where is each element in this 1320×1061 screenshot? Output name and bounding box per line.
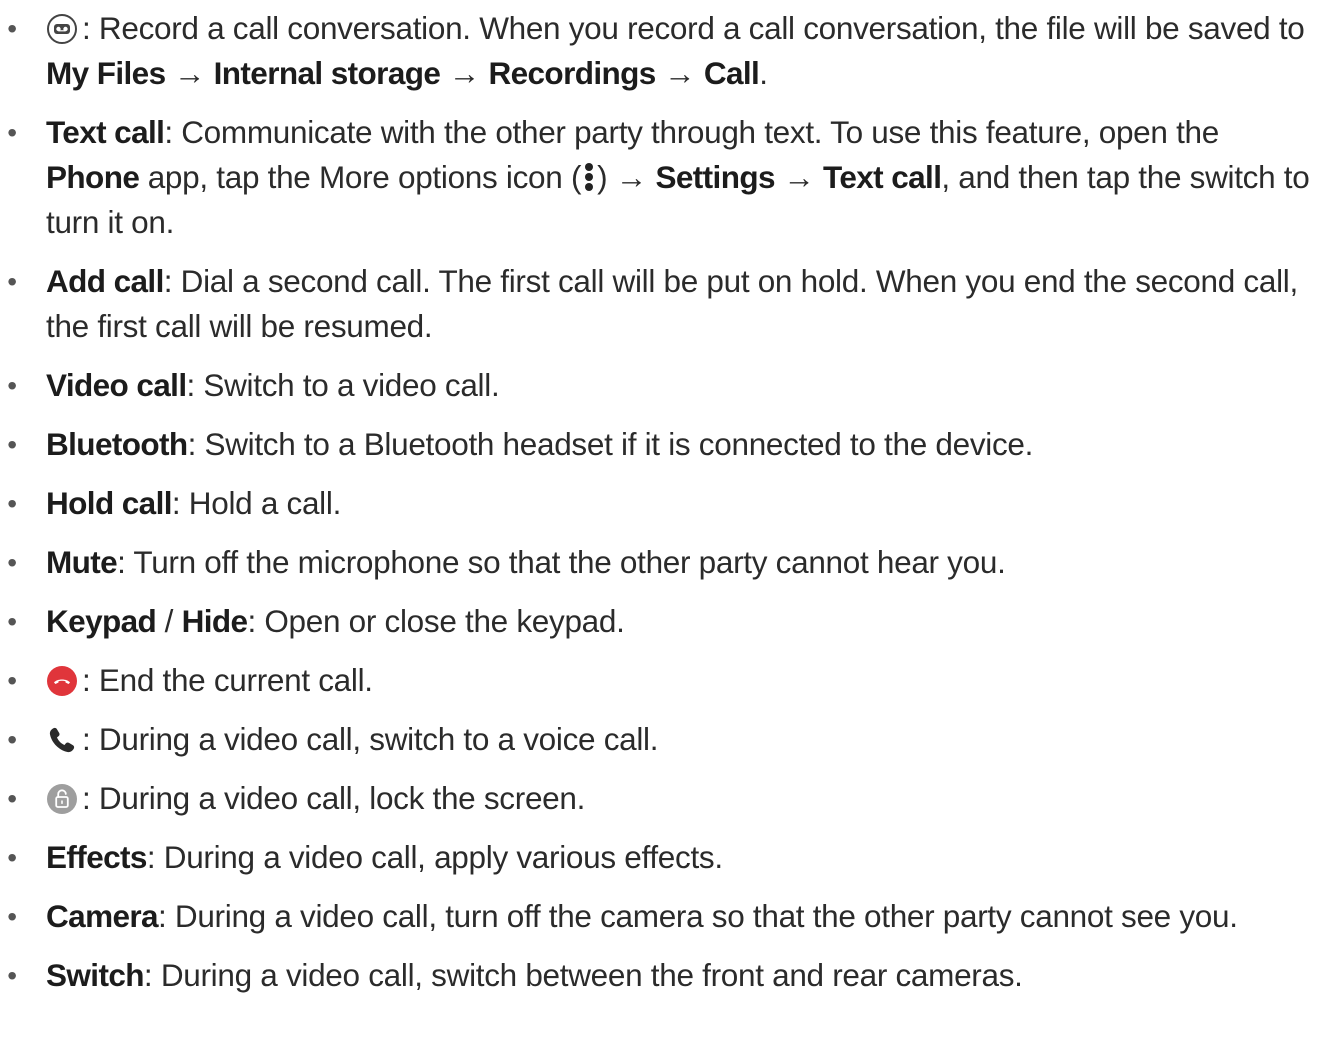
record-icon [46, 13, 78, 45]
item-term: Hold call [46, 485, 172, 521]
path-internal-storage: Internal storage [213, 55, 441, 91]
item-desc: : Communicate with the other party throu… [164, 114, 1219, 150]
list-item-bluetooth: • Bluetooth: Switch to a Bluetooth heads… [0, 422, 1320, 467]
item-term: Camera [46, 898, 159, 934]
list-item-mute: • Mute: Turn off the microphone so that … [0, 540, 1320, 585]
list-item-voice-call: • : During a video call, switch to a voi… [0, 717, 1320, 762]
item-term-2: Hide [181, 603, 248, 639]
item-term: Keypad [46, 603, 157, 639]
call-options-list: • : Record a call conversation. When you… [0, 6, 1320, 1012]
item-desc: ) [597, 159, 616, 195]
lock-screen-icon [46, 783, 78, 815]
end-call-icon [46, 665, 78, 697]
bullet: • [7, 429, 17, 460]
bullet: • [7, 547, 17, 578]
item-term: Add call [46, 263, 164, 299]
list-item-switch: • Switch: During a video call, switch be… [0, 953, 1320, 998]
item-term: Text call [46, 114, 165, 150]
list-item-keypad: • Keypad / Hide: Open or close the keypa… [0, 599, 1320, 644]
bullet: • [7, 901, 17, 932]
list-item-effects: • Effects: During a video call, apply va… [0, 835, 1320, 880]
item-term: Bluetooth [46, 426, 188, 462]
arrow: → [448, 55, 481, 91]
path-my-files: My Files [46, 55, 166, 91]
phone-app-label: Phone [46, 159, 140, 195]
item-desc: : Hold a call. [171, 485, 342, 521]
bullet: • [7, 665, 17, 696]
document-page: • : Record a call conversation. When you… [0, 0, 1320, 1061]
bullet: • [7, 783, 17, 814]
list-item-record: • : Record a call conversation. When you… [0, 6, 1320, 96]
bullet: • [7, 842, 17, 873]
item-desc: : End the current call. [82, 662, 373, 698]
item-term: Mute [46, 544, 118, 580]
path-recordings: Recordings [488, 55, 656, 91]
more-options-icon [581, 158, 597, 196]
bullet: • [7, 370, 17, 401]
list-item-hold-call: • Hold call: Hold a call. [0, 481, 1320, 526]
bullet: • [7, 606, 17, 637]
path-call: Call [703, 55, 760, 91]
arrow: → [615, 159, 648, 195]
bullet: • [7, 266, 17, 297]
item-desc: : During a video call, switch to a voice… [82, 721, 659, 757]
item-desc: : During a video call, apply various eff… [146, 839, 723, 875]
item-desc: : Switch to a Bluetooth headset if it is… [187, 426, 1034, 462]
separator: / [156, 603, 182, 639]
item-desc: : During a video call, switch between th… [143, 957, 1023, 993]
period: . [759, 55, 768, 91]
bullet: • [7, 488, 17, 519]
item-desc: : Dial a second call. The first call wil… [46, 263, 1298, 344]
bullet: • [7, 724, 17, 755]
list-item-add-call: • Add call: Dial a second call. The firs… [0, 259, 1320, 349]
item-desc: : Switch to a video call. [186, 367, 500, 403]
list-item-text-call: • Text call: Communicate with the other … [0, 110, 1320, 245]
item-desc: : Open or close the keypad. [247, 603, 625, 639]
item-desc: : During a video call, lock the screen. [82, 780, 586, 816]
item-term: Video call [46, 367, 187, 403]
item-desc: : Record a call conversation. When you r… [82, 10, 1305, 46]
bullet: • [7, 13, 17, 44]
bullet: • [7, 960, 17, 991]
list-item-lock-screen: • : During a video call, lock the screen… [0, 776, 1320, 821]
item-desc: : Turn off the microphone so that the ot… [117, 544, 1006, 580]
settings-label: Settings [655, 159, 775, 195]
text-call-label: Text call [823, 159, 942, 195]
arrow: → [664, 55, 696, 91]
item-term: Effects [46, 839, 147, 875]
arrow: → [173, 55, 206, 91]
list-item-video-call: • Video call: Switch to a video call. [0, 363, 1320, 408]
arrow: → [783, 159, 815, 195]
voice-call-icon [46, 724, 78, 756]
list-item-camera: • Camera: During a video call, turn off … [0, 894, 1320, 939]
list-item-end-call: • : End the current call. [0, 658, 1320, 703]
item-desc: : During a video call, turn off the came… [157, 898, 1238, 934]
item-term: Switch [46, 957, 145, 993]
item-desc: app, tap the More options icon ( [139, 159, 582, 195]
bullet: • [7, 117, 17, 148]
